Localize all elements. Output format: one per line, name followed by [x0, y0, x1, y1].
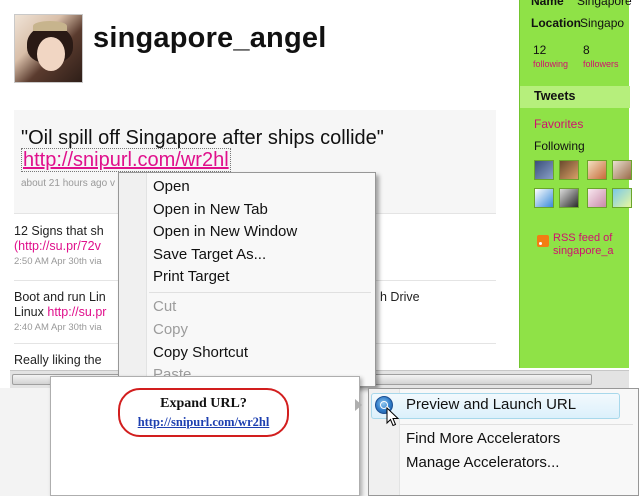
status-text: "Oil spill off Singapore after ships col…: [21, 127, 401, 172]
menu-item-preview-launch-url[interactable]: Preview and Launch URL: [406, 396, 576, 413]
avatar[interactable]: [14, 14, 83, 83]
tweet-text: Boot and run Lin: [14, 290, 106, 304]
name-label: Name: [531, 0, 564, 8]
following-avatar[interactable]: [612, 160, 632, 180]
following-avatar[interactable]: [559, 188, 579, 208]
browser-viewport: singapore_angel "Oil spill off Singapore…: [0, 0, 639, 496]
tab-tweets[interactable]: Tweets: [520, 86, 630, 108]
menu-item-open-new-tab[interactable]: Open in New Tab: [153, 201, 268, 218]
mouse-pointer-icon: [386, 407, 400, 427]
location-label: Location: [531, 16, 581, 30]
favorites-link[interactable]: Favorites: [534, 117, 583, 131]
menu-item-manage-accelerators[interactable]: Manage Accelerators...: [406, 454, 559, 471]
tweet-text-2: Linux: [14, 305, 44, 319]
menu-item-open-new-window[interactable]: Open in New Window: [153, 223, 297, 240]
following-avatar[interactable]: [587, 160, 607, 180]
menu-item-find-more-accelerators[interactable]: Find More Accelerators: [406, 430, 560, 447]
status-link[interactable]: http://snipurl.com/wr2hl: [21, 148, 231, 172]
context-menu: Open Open in New Tab Open in New Window …: [118, 172, 376, 387]
status-quote: "Oil spill off Singapore after ships col…: [21, 127, 384, 149]
menu-item-print-target[interactable]: Print Target: [153, 268, 229, 285]
following-header: Following: [534, 139, 585, 153]
menu-item-open[interactable]: Open: [153, 178, 190, 195]
following-avatar[interactable]: [587, 188, 607, 208]
screen-name: singapore_angel: [93, 22, 327, 54]
preview-pointer-arrow: [355, 399, 362, 411]
menu-separator: [400, 424, 633, 425]
tweet-text: 12 Signs that sh: [14, 224, 104, 238]
following-avatar[interactable]: [534, 188, 554, 208]
following-avatar[interactable]: [559, 160, 579, 180]
following-avatar[interactable]: [612, 188, 632, 208]
following-count[interactable]: 12: [533, 43, 546, 57]
menu-item-cut[interactable]: Cut: [153, 298, 176, 315]
name-value: Singapore: [577, 0, 632, 8]
rss-link-line1[interactable]: RSS feed of: [553, 232, 612, 244]
tweet-link[interactable]: (http://su.pr/72v: [14, 239, 101, 253]
tweet-text-right: h Drive: [380, 290, 420, 304]
menu-item-save-target[interactable]: Save Target As...: [153, 246, 266, 263]
preview-link[interactable]: http://snipurl.com/wr2hl: [118, 415, 289, 430]
status-timestamp: about 21 hours ago v: [21, 178, 115, 189]
menu-item-copy[interactable]: Copy: [153, 321, 188, 338]
preview-title: Expand URL?: [160, 396, 247, 411]
profile-sidebar: Name Singapore Location Singapo 12 follo…: [519, 0, 632, 368]
rss-icon[interactable]: [537, 235, 549, 247]
menu-item-copy-shortcut[interactable]: Copy Shortcut: [153, 344, 248, 361]
menu-separator: [149, 292, 371, 293]
tab-tweets-label: Tweets: [534, 89, 576, 103]
followers-count[interactable]: 8: [583, 43, 590, 57]
following-label[interactable]: following: [533, 59, 568, 69]
followers-label[interactable]: followers: [583, 59, 619, 69]
tweet-text: Really liking the: [14, 353, 102, 367]
tweet-link[interactable]: http://su.pr: [47, 305, 106, 319]
menu-gutter: [119, 173, 147, 386]
rss-link-line2[interactable]: singapore_a: [553, 245, 614, 257]
following-avatar[interactable]: [534, 160, 554, 180]
location-value: Singapo: [580, 16, 625, 30]
